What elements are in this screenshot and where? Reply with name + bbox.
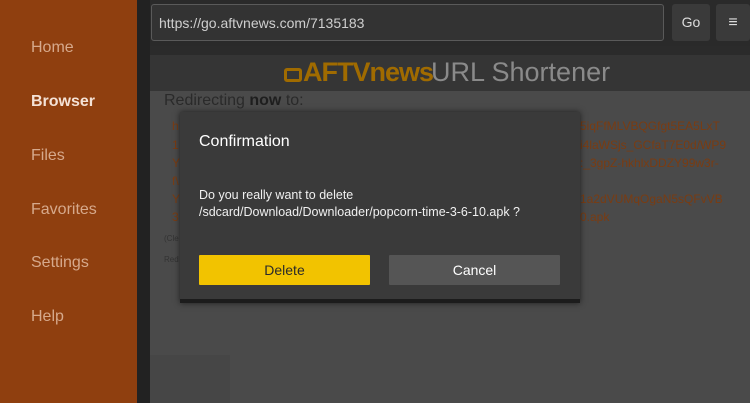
link-fragment[interactable]: 5iqFfMLVBQGfgt5EA5LxT bbox=[580, 119, 720, 133]
browser-toolbar: https://go.aftvnews.com/7135183 Go ≡ bbox=[150, 0, 750, 46]
sidebar-item-favorites[interactable]: Favorites bbox=[31, 201, 97, 219]
tv-icon bbox=[284, 68, 302, 82]
url-input[interactable]: https://go.aftvnews.com/7135183 bbox=[151, 4, 664, 41]
link-fragment[interactable]: 3 bbox=[172, 210, 179, 224]
link-fragment[interactable]: 1 bbox=[172, 138, 179, 152]
link-fragment[interactable]: :_3gpZ-hkhlxDDZY99w3r- bbox=[580, 156, 719, 170]
link-fragment[interactable]: 0.apk bbox=[580, 210, 609, 224]
site-logo-text: AFTVnews bbox=[303, 57, 434, 87]
link-fragment[interactable]: h bbox=[172, 119, 179, 133]
link-fragment[interactable]: 1a2dVUMqOgaN5sQFvVB bbox=[580, 192, 723, 206]
sidebar-item-home[interactable]: Home bbox=[31, 39, 74, 57]
link-fragment[interactable]: Y bbox=[172, 156, 180, 170]
dialog-message: Do you really want to delete /sdcard/Dow… bbox=[199, 188, 521, 219]
link-fragment[interactable]: i4laWSjs_GCfaT7E0d/WP9 bbox=[580, 138, 726, 152]
small-note: (Cle bbox=[164, 234, 179, 243]
go-button[interactable]: Go bbox=[672, 4, 710, 41]
small-note: Red bbox=[164, 255, 179, 264]
redirect-prefix: Redirecting bbox=[164, 92, 250, 109]
sidebar-item-files[interactable]: Files bbox=[31, 147, 65, 165]
delete-button[interactable]: Delete bbox=[199, 255, 370, 285]
redirect-heading: Redirecting now to: bbox=[164, 92, 304, 110]
link-fragment[interactable]: Y bbox=[172, 192, 180, 206]
site-logo: AFTVnews bbox=[284, 57, 434, 88]
redirect-suffix: to: bbox=[281, 92, 304, 109]
site-banner: AFTVnews URL Shortener bbox=[150, 55, 750, 91]
page-footer-strip bbox=[150, 355, 230, 403]
sidebar-item-help[interactable]: Help bbox=[31, 308, 64, 326]
confirmation-dialog: Confirmation Do you really want to delet… bbox=[180, 112, 580, 303]
sidebar-item-browser[interactable]: Browser bbox=[31, 93, 95, 111]
sidebar-item-settings[interactable]: Settings bbox=[31, 254, 89, 272]
sidebar: Home Browser Files Favorites Settings He… bbox=[0, 0, 137, 403]
sidebar-divider bbox=[137, 0, 150, 403]
menu-icon[interactable]: ≡ bbox=[716, 4, 750, 41]
cancel-button[interactable]: Cancel bbox=[389, 255, 560, 285]
site-title: URL Shortener bbox=[431, 57, 611, 87]
redirect-bold: now bbox=[249, 92, 282, 109]
link-fragment[interactable]: f\ bbox=[172, 174, 179, 188]
dialog-title: Confirmation bbox=[199, 133, 290, 150]
